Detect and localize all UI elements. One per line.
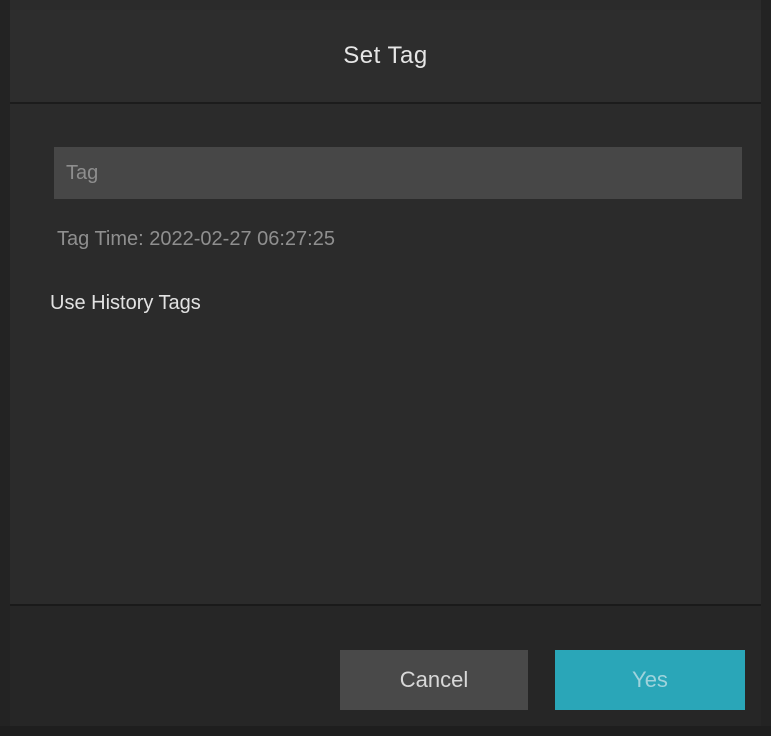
dialog-footer: Cancel Yes [10,604,761,728]
dialog-body: Tag Time: 2022-02-27 06:27:25 Use Histor… [10,104,761,604]
dialog-title: Set Tag [343,42,428,69]
dialog-edge-left [0,0,10,736]
dialog-title-bar: Set Tag [10,10,761,104]
cancel-button[interactable]: Cancel [340,650,528,710]
use-history-tags-link[interactable]: Use History Tags [50,292,201,315]
tag-input[interactable] [54,147,742,199]
dialog-edge-right [761,0,771,736]
ok-button[interactable]: Yes [555,650,745,710]
dialog-bottom-edge [0,726,771,736]
set-tag-dialog: Set Tag Tag Time: 2022-02-27 06:27:25 Us… [0,0,771,736]
tag-time-label: Tag Time: 2022-02-27 06:27:25 [57,228,335,250]
